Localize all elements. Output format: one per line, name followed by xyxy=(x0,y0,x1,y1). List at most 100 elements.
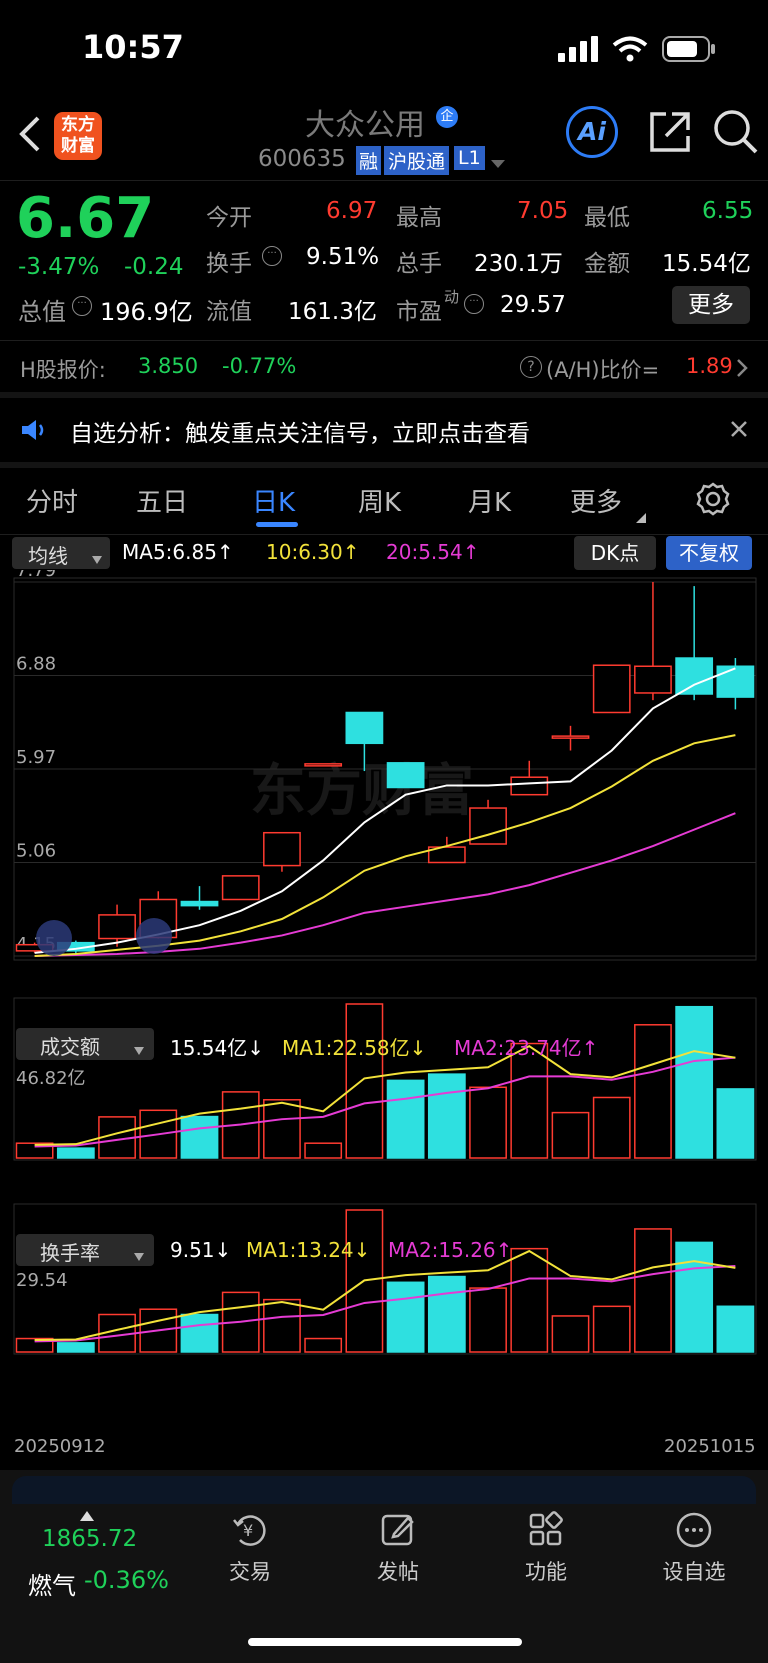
ah-ratio-value: 1.89 xyxy=(686,354,733,378)
nav-add-watch[interactable]: 设自选 xyxy=(654,1510,734,1610)
volume-indicator-select[interactable]: 成交额 xyxy=(16,1028,154,1060)
volume-bar xyxy=(386,1079,425,1159)
tag-level: L1 xyxy=(454,146,485,170)
turnover-ma1: MA1:13.24↓ xyxy=(246,1238,371,1262)
nav-post[interactable]: 发帖 xyxy=(358,1510,438,1610)
date-end: 20251015 xyxy=(664,1436,756,1457)
turnover-indicator-select[interactable]: 换手率 xyxy=(16,1234,154,1266)
turnover-bar xyxy=(469,1287,507,1353)
edit-icon xyxy=(381,1514,414,1546)
enterprise-badge-icon: 企 xyxy=(436,106,458,128)
pe-label: 市盈 xyxy=(396,299,442,325)
app-logo[interactable]: 东方财富 xyxy=(54,112,102,160)
candle-body xyxy=(634,665,672,694)
bottom-peek-bar xyxy=(12,1476,756,1504)
tag-hgt: 沪股通 xyxy=(384,146,450,175)
chevron-right-icon[interactable] xyxy=(736,358,748,382)
turnover-bar xyxy=(427,1275,466,1353)
tag-rong: 融 xyxy=(356,146,382,175)
index-value[interactable]: 1865.72 xyxy=(42,1526,137,1552)
scroll-button-icon xyxy=(36,920,72,956)
volume-value: 15.54亿↓ xyxy=(170,1036,265,1060)
turnover-bar xyxy=(180,1313,219,1353)
tab-more[interactable]: 更多 xyxy=(570,482,622,519)
divider xyxy=(0,340,768,341)
volume-ma1: MA1:22.58亿↓ xyxy=(282,1036,427,1060)
gear-icon[interactable] xyxy=(696,482,730,520)
low-label: 最低 xyxy=(584,205,630,231)
ai-button[interactable]: Ai xyxy=(566,106,618,158)
y-tick-label: 6.88 xyxy=(16,654,56,675)
tab-wuri[interactable]: 五日 xyxy=(136,482,188,519)
ah-ratio-label: (A/H)比价= xyxy=(546,358,660,382)
float-label: 流值 xyxy=(206,299,252,325)
hshare-change: -0.77% xyxy=(222,354,297,378)
volume-bar xyxy=(716,1088,755,1159)
volume-top-label: 46.82亿 xyxy=(16,1068,86,1089)
volume-bar xyxy=(304,1142,343,1159)
chart-area[interactable]: 东方财富 7.796.885.975.064.15 xyxy=(0,570,768,1480)
info-icon[interactable]: ··· xyxy=(262,246,282,266)
volume-bar xyxy=(56,1147,95,1159)
index-caret-icon xyxy=(80,1506,94,1525)
turnover-label: 换手 xyxy=(206,251,252,277)
divider xyxy=(0,180,768,181)
pct-change: -3.47% xyxy=(18,254,100,280)
chevron-down-icon[interactable] xyxy=(490,154,506,173)
adjust-label: 不复权 xyxy=(679,541,739,565)
search-icon[interactable] xyxy=(712,108,758,160)
nav-functions[interactable]: 功能 xyxy=(506,1510,586,1610)
hshare-label: H股报价: xyxy=(20,358,106,382)
scroll-button-icon xyxy=(136,918,172,954)
bottom-nav: 1865.72 燃气 -0.36% ¥ 交易 发帖 功能 设自选 xyxy=(0,1470,768,1663)
turnover-bar xyxy=(386,1281,425,1353)
help-icon[interactable]: ? xyxy=(520,356,542,378)
tab-fenshi[interactable]: 分时 xyxy=(26,482,78,519)
volume-toolbar: 成交额 15.54亿↓ MA1:22.58亿↓ MA2:23.74亿↑ xyxy=(0,1026,768,1062)
ma5-value: MA5:6.85↑ xyxy=(122,540,234,564)
caret-down-icon xyxy=(134,1040,144,1059)
volume-ma2: MA2:23.74亿↑ xyxy=(454,1036,599,1060)
ma-indicator-select[interactable]: 均线 xyxy=(12,537,110,569)
nav-trade[interactable]: ¥ 交易 xyxy=(210,1510,290,1610)
notice-bar[interactable]: 自选分析：触发重点关注信号，立即点击查看 xyxy=(0,398,768,462)
share-icon[interactable] xyxy=(648,110,692,158)
amount-value: 15.54亿 xyxy=(662,251,751,277)
ma10-value: 10:6.30↑ xyxy=(266,540,360,564)
tab-zhouk[interactable]: 周K xyxy=(358,482,401,519)
back-icon[interactable] xyxy=(18,114,42,158)
turnover-bar xyxy=(263,1298,301,1353)
more-button[interactable]: 更多 xyxy=(672,286,750,324)
tab-yuek[interactable]: 月K xyxy=(468,482,511,519)
dk-label: DK点 xyxy=(590,541,640,565)
y-tick-label: 7.79 xyxy=(16,570,56,581)
notice-text: 自选分析：触发重点关注信号，立即点击查看 xyxy=(70,421,530,447)
ma20-value: 20:5.54↑ xyxy=(386,540,480,564)
close-icon[interactable] xyxy=(730,420,748,442)
hshare-row[interactable]: H股报价: 3.850 -0.77% ? (A/H)比价= 1.89 xyxy=(0,342,768,392)
turnover-bar xyxy=(56,1342,95,1353)
tab-rik[interactable]: 日K xyxy=(252,482,295,519)
date-start: 20250912 xyxy=(14,1436,106,1457)
turnover-toolbar: 换手率 9.51↓ MA1:13.24↓ MA2:15.26↑ xyxy=(0,1232,768,1268)
status-time: 10:57 xyxy=(82,28,184,66)
turnover-bar xyxy=(716,1305,755,1353)
volume-bar xyxy=(180,1115,219,1159)
volume-bar xyxy=(427,1073,466,1159)
grid-icon xyxy=(529,1511,563,1546)
amount-label: 金额 xyxy=(584,251,630,277)
adjust-button[interactable]: 不复权 xyxy=(666,536,752,570)
mktcap-label: 总值 xyxy=(18,298,66,326)
turnover-value: 9.51% xyxy=(306,244,380,270)
dk-button[interactable]: DK点 xyxy=(574,536,656,570)
index-name[interactable]: 燃气 xyxy=(28,1566,76,1601)
period-tabs: 分时 五日 日K 周K 月K 更多 xyxy=(0,468,768,534)
index-change[interactable]: -0.36% xyxy=(84,1566,169,1594)
info-icon[interactable]: ··· xyxy=(72,296,92,316)
trade-icon: ¥ xyxy=(233,1515,266,1546)
info-icon[interactable]: ··· xyxy=(464,294,484,314)
volume-bar xyxy=(469,1086,507,1159)
y-tick-label: 5.97 xyxy=(16,747,56,768)
wifi-icon xyxy=(612,36,648,66)
turnover-indicator-label: 换手率 xyxy=(40,1241,100,1265)
